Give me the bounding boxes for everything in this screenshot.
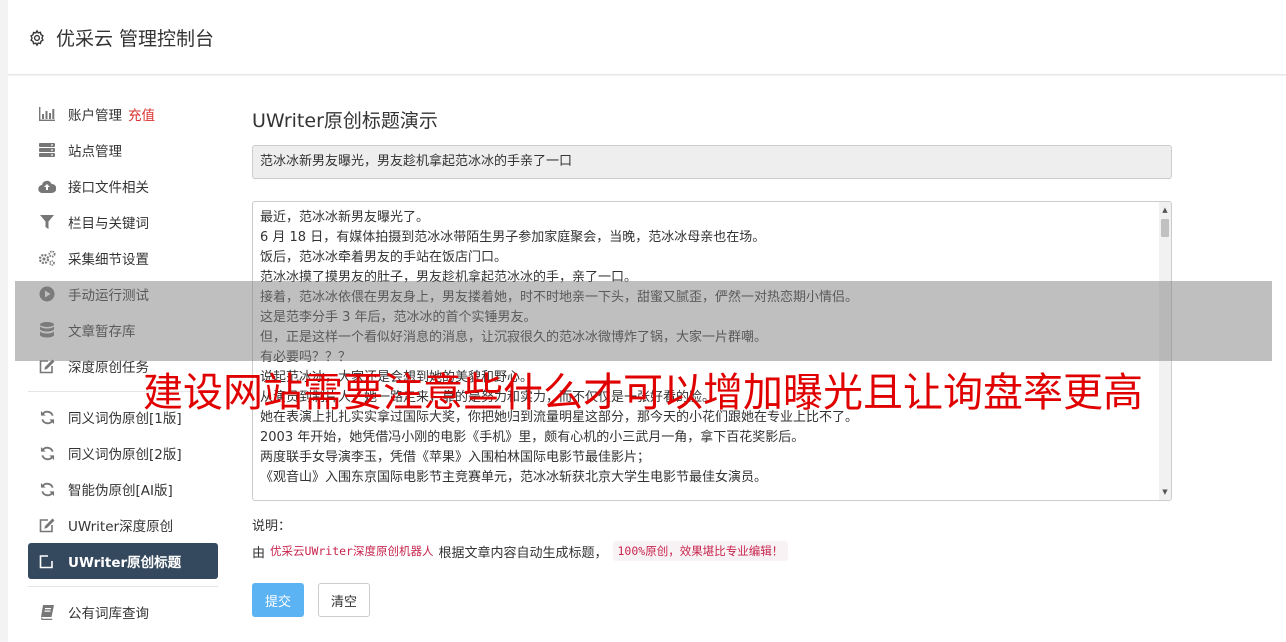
sidebar-divider	[28, 586, 218, 587]
sidebar-item-label: 接口文件相关	[68, 180, 149, 196]
action-buttons: 提交 清空	[252, 583, 1172, 617]
sidebar-item-智能伪原创ai版[interactable]: 智能伪原创[AI版]	[28, 471, 218, 507]
note-label: 说明：	[252, 519, 292, 534]
edit-icon	[38, 516, 56, 534]
note-text: 由 优采云UWriter深度原创机器人 根据文章内容自动生成标题， 100%原创…	[252, 541, 1172, 561]
scroll-up-icon[interactable]: ▲	[1159, 204, 1171, 216]
scroll-thumb[interactable]	[1161, 219, 1169, 237]
sidebar-item-label: 公有词库查询	[68, 606, 149, 622]
article-line: 《观音山》入围东京国际电影节主竞赛单元，范冰冰斩获北京大学生电影节最佳女演员。	[260, 470, 768, 485]
gears-icon	[38, 249, 56, 267]
bar-chart-icon	[38, 105, 56, 123]
article-line: 6 月 18 日，有媒体拍摄到范冰冰带陌生男子参加家庭聚会，当晚，范冰冰母亲也在…	[260, 230, 766, 245]
app-title-text: 优采云 管理控制台	[56, 28, 215, 50]
refresh-icon	[38, 480, 56, 498]
page-title: UWriter原创标题演示	[252, 110, 438, 132]
sidebar-item-label: UWriter原创标题	[68, 555, 182, 571]
sidebar-item-账户管理[interactable]: 账户管理 充值	[28, 96, 218, 132]
sidebar-item-公有词库查询[interactable]: 公有词库查询	[28, 594, 218, 630]
sidebar-item-栏目与关键词[interactable]: 栏目与关键词	[28, 204, 218, 240]
cloud-upload-icon	[38, 177, 56, 195]
sidebar-item-label: 站点管理	[68, 144, 122, 160]
note-prefix: 由	[252, 545, 266, 561]
refresh-icon	[38, 444, 56, 462]
book-icon	[38, 603, 56, 621]
article-line: 两度联手女导演李玉，凭借《苹果》入围柏林国际电影节最佳影片；	[260, 450, 651, 465]
sidebar-item-站点管理[interactable]: 站点管理	[28, 132, 218, 168]
generated-title-field[interactable]: 范冰冰新男友曝光，男友趁机拿起范冰冰的手亲了一口	[252, 145, 1172, 179]
sidebar-item-同义词伪原创2版[interactable]: 同义词伪原创[2版]	[28, 435, 218, 471]
sidebar-item-label: 采集细节设置	[68, 252, 149, 268]
server-icon	[38, 141, 56, 159]
sidebar-item-label: UWriter深度原创	[68, 519, 174, 535]
watermark-text: 建设网站需要注意些什么才可以增加曝光且让询盘率更高	[143, 370, 1143, 416]
top-header: 优采云 管理控制台	[8, 0, 1286, 75]
note-highlight: 优采云UWriter深度原创机器人	[270, 544, 434, 558]
recharge-link[interactable]: 充值	[128, 104, 155, 124]
sidebar-item-uwriter深度原创[interactable]: UWriter深度原创	[28, 507, 218, 543]
sidebar-item-label: 栏目与关键词	[68, 216, 149, 232]
watermark-band	[15, 281, 1272, 361]
sidebar-item-接口文件相关[interactable]: 接口文件相关	[28, 168, 218, 204]
article-line: 2003 年开始，她凭借冯小刚的电影《手机》里，颇有心机的小三武月一角，拿下百花…	[260, 430, 805, 445]
scroll-down-icon[interactable]: ▼	[1159, 486, 1171, 498]
edit-icon	[38, 552, 56, 570]
gear-icon	[30, 29, 44, 46]
sidebar-item-label: 账户管理	[68, 108, 122, 124]
sidebar-item-label: 智能伪原创[AI版]	[68, 483, 173, 499]
app-title: 优采云 管理控制台	[28, 24, 214, 51]
clear-button[interactable]: 清空	[318, 583, 371, 617]
sidebar-item-label: 同义词伪原创[2版]	[68, 447, 182, 463]
article-line: 最近，范冰冰新男友曝光了。	[260, 210, 430, 225]
sidebar-item-uwriter原创标题[interactable]: UWriter原创标题	[28, 543, 218, 579]
sidebar-item-采集细节设置[interactable]: 采集细节设置	[28, 240, 218, 276]
article-line: 饭后，范冰冰牵着男友的手站在饭店门口。	[260, 250, 508, 265]
note-code: 100%原创，效果堪比专业编辑！	[612, 541, 789, 561]
note-middle: 根据文章内容自动生成标题，	[438, 545, 608, 561]
filter-icon	[38, 213, 56, 231]
submit-button[interactable]: 提交	[252, 583, 305, 617]
